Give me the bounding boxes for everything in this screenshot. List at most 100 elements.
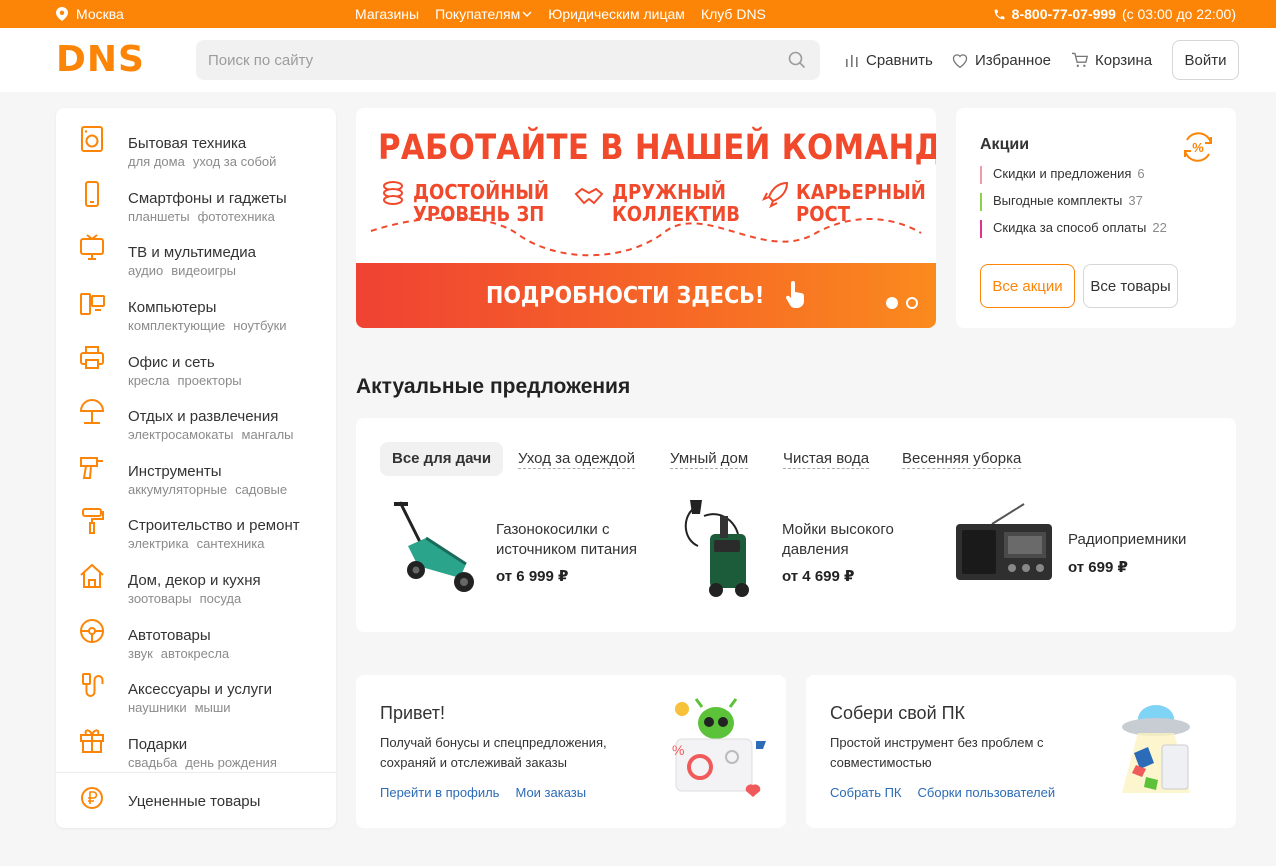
all-promotions-button[interactable]: Все акции bbox=[980, 264, 1075, 308]
hero-banner[interactable]: РАБОТАЙТЕ В НАШЕЙ КОМАНДЕ! ДОСТОЙНЫЙ УРОВ… bbox=[356, 108, 936, 328]
catalog-sub-link[interactable]: проекторы bbox=[177, 373, 241, 388]
dns-logo[interactable]: DNS bbox=[56, 42, 176, 78]
top-link-club[interactable]: Клуб DNS bbox=[701, 6, 766, 22]
paint-roller-icon bbox=[82, 508, 104, 534]
catalog-item-gifts[interactable]: Подарки свадьба день рождения bbox=[56, 717, 336, 771]
promo-item-payment[interactable]: Скидка за способ оплаты 22 bbox=[980, 220, 1167, 238]
catalog-sub-link[interactable]: день рождения bbox=[185, 755, 277, 770]
catalog-sub-link[interactable]: видеоигры bbox=[171, 263, 236, 278]
search-input[interactable] bbox=[196, 40, 756, 80]
catalog-sub-link[interactable]: мыши bbox=[195, 700, 231, 715]
catalog-item-construction[interactable]: Строительство и ремонт электрика сантехни… bbox=[56, 498, 336, 552]
radio-image bbox=[956, 503, 1052, 580]
catalog-sub-link[interactable]: уход за собой bbox=[193, 154, 277, 169]
product-card-radio[interactable]: Радиоприемники от 699 ₽ bbox=[952, 496, 1232, 606]
tab-spring-cleaning[interactable]: Весенняя уборка bbox=[902, 442, 1022, 476]
my-orders-link[interactable]: Мои заказы bbox=[515, 785, 586, 800]
catalog-item-smartphones[interactable]: Смартфоны и гаджеты планшеты фототехника bbox=[56, 171, 336, 225]
catalog-item-auto[interactable]: Автотовары звук автокресла bbox=[56, 608, 336, 662]
build-pc-link[interactable]: Собрать ПК bbox=[830, 785, 902, 800]
catalog-sub-link[interactable]: сантехника bbox=[197, 536, 265, 551]
promotions-box: Акции % Скидки и предложения 6 Выгодные к… bbox=[956, 108, 1236, 328]
promo-item-discounts[interactable]: Скидки и предложения 6 bbox=[980, 166, 1145, 184]
catalog-sub-link[interactable]: кресла bbox=[128, 373, 169, 388]
catalog-sub-link[interactable]: ноутбуки bbox=[233, 318, 286, 333]
carousel-dot-active[interactable] bbox=[886, 297, 898, 309]
catalog-sub-link[interactable]: автокресла bbox=[161, 646, 229, 661]
catalog-item-subs: электросамокаты мангалы bbox=[128, 427, 302, 442]
catalog-item-subs: для дома уход за собой bbox=[128, 154, 284, 169]
washing-machine-icon bbox=[81, 126, 103, 152]
catalog-item-leisure[interactable]: Отдых и развлечения электросамокаты манга… bbox=[56, 389, 336, 443]
catalog-sub-link[interactable]: свадьба bbox=[128, 755, 177, 770]
catalog-item-accessories[interactable]: Аксессуары и услуги наушники мыши bbox=[56, 662, 336, 716]
catalog-sub-link[interactable]: наушники bbox=[128, 700, 187, 715]
banner-feature-line: РОСТ bbox=[796, 202, 850, 226]
catalog-sub-link[interactable]: мангалы bbox=[242, 427, 294, 442]
promo-item-bundles[interactable]: Выгодные комплекты 37 bbox=[980, 193, 1143, 211]
compare-label: Сравнить bbox=[866, 51, 933, 69]
catalog-sub-link[interactable]: зоотовары bbox=[128, 591, 192, 606]
catalog-sub-link[interactable]: фототехника bbox=[198, 209, 275, 224]
login-button[interactable]: Войти bbox=[1172, 40, 1239, 80]
catalog-menu: Бытовая техника для дома уход за собой См… bbox=[56, 108, 336, 828]
carousel-dot[interactable] bbox=[906, 297, 918, 309]
svg-text:%: % bbox=[1192, 140, 1204, 155]
tab-garden[interactable]: Все для дачи bbox=[380, 442, 504, 476]
catalog-sub-link[interactable]: звук bbox=[128, 646, 153, 661]
top-link-business[interactable]: Юридическим лицам bbox=[548, 6, 685, 22]
phone-number: 8-800-77-07-999 bbox=[1011, 6, 1116, 22]
catalog-sub-link[interactable]: комплектующие bbox=[128, 318, 225, 333]
product-price: от 699 ₽ bbox=[1068, 559, 1128, 576]
product-card-pressure-washer[interactable]: Мойки высокого давления от 4 699 ₽ bbox=[670, 496, 950, 606]
catalog-item-office[interactable]: Офис и сеть кресла проекторы bbox=[56, 335, 336, 389]
profile-link[interactable]: Перейти в профиль bbox=[380, 785, 499, 800]
catalog-sub-link[interactable]: планшеты bbox=[128, 209, 190, 224]
catalog-sub-link[interactable]: для дома bbox=[128, 154, 185, 169]
banner-title: РАБОТАЙТЕ В НАШЕЙ КОМАНДЕ! bbox=[378, 128, 936, 168]
drill-icon bbox=[80, 457, 103, 479]
build-pc-card-links: Собрать ПК Сборки пользователей bbox=[830, 785, 1055, 800]
banner-cta[interactable]: ПОДРОБНОСТИ ЗДЕСЬ! bbox=[356, 263, 936, 328]
favorites-link[interactable]: Избранное bbox=[951, 28, 1051, 92]
catalog-item-title: Автотовары bbox=[128, 627, 211, 644]
tab-smart-home[interactable]: Умный дом bbox=[670, 442, 749, 476]
catalog-item-tv[interactable]: ТВ и мультимедиа аудио видеоигры bbox=[56, 225, 336, 279]
catalog-sub-link[interactable]: электросамокаты bbox=[128, 427, 234, 442]
catalog-item-appliances[interactable]: Бытовая техника для дома уход за собой bbox=[56, 116, 336, 170]
city-selector[interactable]: Москва bbox=[56, 0, 124, 28]
catalog-sub-link[interactable]: аккумуляторные bbox=[128, 482, 227, 497]
all-goods-button[interactable]: Все товары bbox=[1083, 264, 1178, 308]
compare-link[interactable]: Сравнить bbox=[844, 28, 933, 92]
catalog-sub-link[interactable]: электрика bbox=[128, 536, 189, 551]
cart-link[interactable]: Корзина bbox=[1071, 28, 1152, 92]
tab-clean-water[interactable]: Чистая вода bbox=[783, 442, 870, 476]
catalog-item-home[interactable]: Дом, декор и кухня зоотовары посуда bbox=[56, 553, 336, 607]
handshake-icon bbox=[574, 187, 604, 205]
top-link-stores[interactable]: Магазины bbox=[355, 6, 419, 22]
banner-feature-career: КАРЬЕРНЫЙ РОСТ bbox=[796, 181, 926, 225]
build-pc-card-title: Собери свой ПК bbox=[830, 703, 966, 723]
tab-clothes-care[interactable]: Уход за одеждой bbox=[518, 442, 635, 476]
catalog-item-tools[interactable]: Инструменты аккумуляторные садовые bbox=[56, 444, 336, 498]
gift-icon bbox=[80, 729, 104, 753]
top-link-customers[interactable]: Покупателям bbox=[435, 6, 532, 22]
build-pc-card-description: Простой инструмент без проблем с совмест… bbox=[830, 735, 1044, 770]
catalog-sub-link[interactable]: аудио bbox=[128, 263, 163, 278]
catalog-item-computers[interactable]: Компьютеры комплектующие ноутбуки bbox=[56, 280, 336, 334]
catalog-item-subs: комплектующие ноутбуки bbox=[128, 318, 295, 333]
catalog-item-discounted[interactable]: Уцененные товары bbox=[56, 776, 336, 830]
product-card-lawnmower[interactable]: Газонокосилки с источником питания от 6 … bbox=[380, 496, 660, 606]
product-name: Мойки высокого давления bbox=[782, 521, 894, 558]
top-link-customers-label: Покупателям bbox=[435, 6, 521, 22]
phone-block[interactable]: 8-800-77-07-999 (с 03:00 до 22:00) bbox=[993, 0, 1236, 28]
user-builds-link[interactable]: Сборки пользователей bbox=[918, 785, 1056, 800]
search-icon[interactable] bbox=[788, 51, 806, 69]
catalog-sub-link[interactable]: садовые bbox=[235, 482, 287, 497]
promotions-title: Акции bbox=[980, 136, 1030, 153]
catalog-item-title: Аксессуары и услуги bbox=[128, 681, 273, 698]
cart-label: Корзина bbox=[1095, 51, 1153, 69]
catalog-sub-link[interactable]: посуда bbox=[200, 591, 242, 606]
catalog-item-title: Бытовая техника bbox=[128, 135, 247, 152]
pressure-washer-image bbox=[684, 500, 749, 597]
